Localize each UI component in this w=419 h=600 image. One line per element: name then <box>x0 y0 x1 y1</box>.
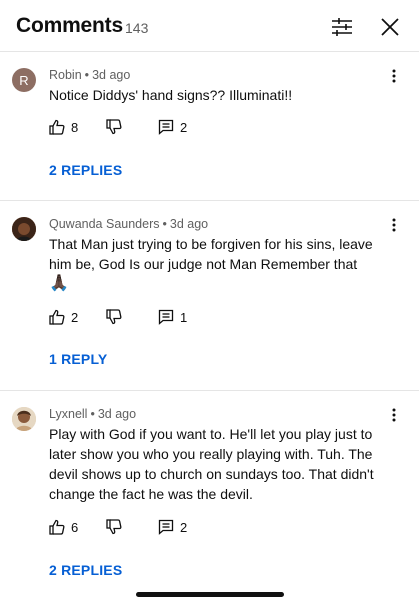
thumbs-down-icon <box>106 119 122 135</box>
comment-icon <box>158 519 174 535</box>
close-icon <box>380 17 400 37</box>
reply-button[interactable]: 2 <box>158 517 187 537</box>
avatar[interactable]: R <box>12 68 36 92</box>
comment-author[interactable]: Robin <box>49 68 82 82</box>
comment-meta: Robin • 3d ago <box>49 68 130 82</box>
avatar-letter: R <box>19 72 29 88</box>
avatar[interactable] <box>12 407 36 431</box>
more-options-button[interactable] <box>387 405 401 425</box>
dislike-button[interactable] <box>106 517 122 537</box>
thumbs-down-icon <box>106 519 122 535</box>
reply-button[interactable]: 2 <box>158 117 187 137</box>
more-options-button[interactable] <box>387 215 401 235</box>
view-replies-link[interactable]: 1 REPLY <box>49 351 107 367</box>
more-vert-icon <box>392 408 396 422</box>
comment-icon <box>158 119 174 135</box>
avatar-photo <box>12 217 36 241</box>
reply-count: 1 <box>180 309 188 325</box>
comment-meta: Quwanda Saunders • 3d ago <box>49 217 208 231</box>
comment-text: Notice Diddys' hand signs?? Illuminati!! <box>49 87 293 103</box>
like-count: 8 <box>71 119 79 135</box>
view-replies-link[interactable]: 2 REPLIES <box>49 162 122 178</box>
page-title: Comments <box>16 14 123 37</box>
like-count: 6 <box>71 519 79 535</box>
more-options-button[interactable] <box>387 66 401 86</box>
comment-text: That Man just trying to be forgiven for … <box>49 236 373 272</box>
comment-emoji: 🙏🏿 <box>49 275 69 292</box>
comment-icon <box>158 309 174 325</box>
thumbs-up-icon <box>49 309 65 325</box>
comment-actions: 6 2 <box>49 517 209 537</box>
comments-header: Comments 143 <box>0 0 419 52</box>
meta-separator: • <box>162 217 167 231</box>
avatar-photo <box>12 407 36 431</box>
filter-button[interactable] <box>329 14 355 40</box>
comment-item: Quwanda Saunders • 3d ago That Man just tr… <box>0 201 419 389</box>
like-count: 2 <box>71 309 79 325</box>
comment-meta: Lyxnell • 3d ago <box>49 407 136 421</box>
comment-text: Play with God if you want to. He'll let … <box>49 426 374 502</box>
reply-count: 2 <box>180 519 188 535</box>
dislike-button[interactable] <box>106 307 122 327</box>
home-indicator[interactable] <box>136 592 284 597</box>
more-vert-icon <box>392 69 396 83</box>
more-vert-icon <box>392 218 396 232</box>
comment-actions: 2 1 <box>49 307 209 327</box>
reply-count: 2 <box>180 119 188 135</box>
like-button[interactable]: 2 <box>49 307 78 327</box>
thumbs-down-icon <box>106 309 122 325</box>
comment-actions: 8 2 <box>49 117 209 137</box>
reply-button[interactable]: 1 <box>158 307 187 327</box>
comment-item: Lyxnell • 3d ago Play with God if you want… <box>0 391 419 591</box>
comment-item: R Robin • 3d ago Notice Diddys' hand signs… <box>0 52 419 200</box>
thumbs-up-icon <box>49 519 65 535</box>
like-button[interactable]: 8 <box>49 117 78 137</box>
sliders-icon <box>331 17 353 37</box>
comment-count: 143 <box>125 20 149 36</box>
dislike-button[interactable] <box>106 117 122 137</box>
avatar[interactable] <box>12 217 36 241</box>
like-button[interactable]: 6 <box>49 517 78 537</box>
comment-author[interactable]: Lyxnell <box>49 407 87 421</box>
comment-time: 3d ago <box>92 68 131 82</box>
close-button[interactable] <box>377 14 403 40</box>
comment-time: 3d ago <box>97 407 137 421</box>
view-replies-link[interactable]: 2 REPLIES <box>49 562 122 578</box>
meta-separator: • <box>90 407 95 421</box>
comment-time: 3d ago <box>169 217 209 231</box>
thumbs-up-icon <box>49 119 65 135</box>
meta-separator: • <box>84 68 90 82</box>
comment-author[interactable]: Quwanda Saunders <box>49 217 160 231</box>
